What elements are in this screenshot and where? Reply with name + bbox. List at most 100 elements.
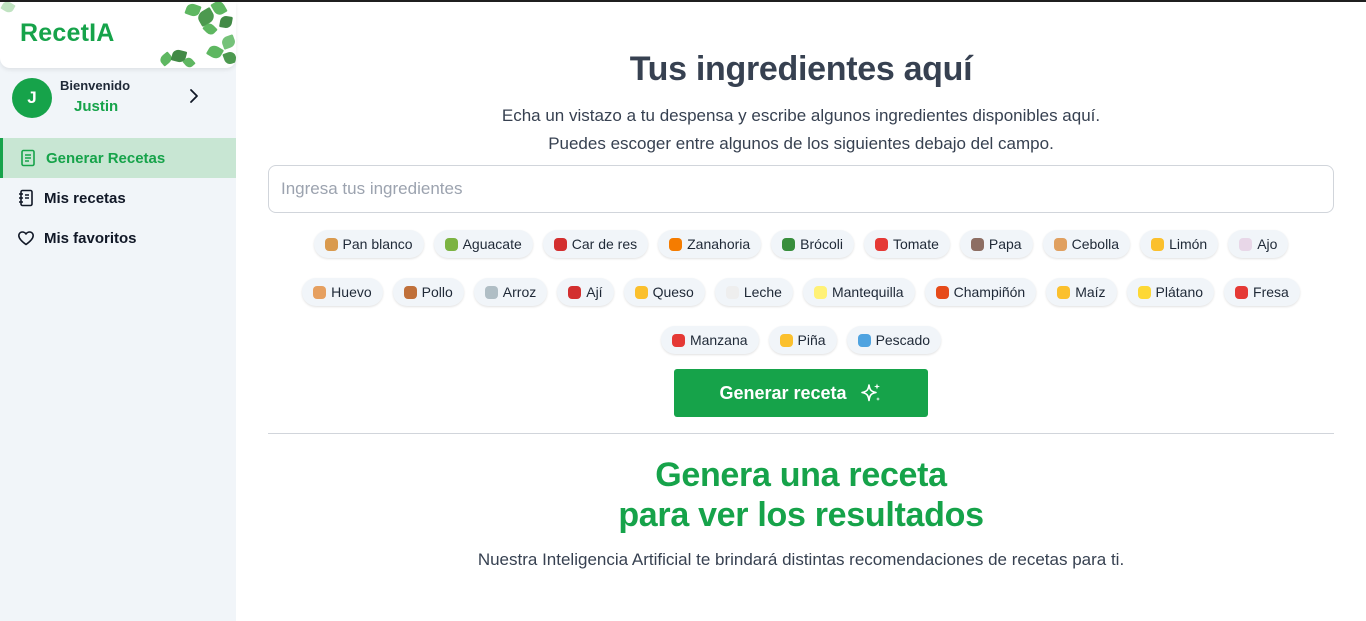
ingredient-chip[interactable]: Car de res [542, 230, 649, 258]
ingredient-chip[interactable]: Limón [1140, 230, 1219, 258]
ingredient-chip[interactable]: Papa [959, 230, 1033, 258]
ingredient-chip-label: Champiñón [953, 284, 1026, 300]
notebook-icon [19, 189, 33, 207]
bread-icon [324, 237, 338, 251]
ingredient-chip-label: Cebolla [1071, 236, 1120, 252]
sidebar-item-generar-recetas[interactable]: Generar Recetas [0, 138, 236, 178]
ingredient-chip-label: Piña [797, 332, 826, 348]
butter-icon [813, 285, 827, 299]
main-content: Tus ingredientes aquí Echa un vistazo a … [236, 2, 1366, 621]
apple-icon [671, 333, 685, 347]
strawberry-icon [1235, 285, 1249, 299]
sidebar: RecetIA J Bienvenido Justin Generar Rece… [0, 2, 236, 621]
ingredient-chip-label: Arroz [502, 284, 537, 300]
sidebar-nav: Generar Recetas Mis recetas Mis favorito… [0, 138, 236, 258]
ingredient-chip-label: Brócoli [800, 236, 843, 252]
ingredients-input[interactable] [268, 165, 1334, 213]
ingredient-chip[interactable]: Maíz [1046, 278, 1117, 306]
broccoli-icon [782, 237, 796, 251]
result-title-line-1: Genera una receta [655, 456, 947, 494]
result-subtitle: Nuestra Inteligencia Artificial te brind… [477, 550, 1125, 569]
chicken-leg-icon [403, 285, 417, 299]
egg-icon [313, 285, 327, 299]
ingredient-chip-label: Pan blanco [342, 236, 413, 252]
chili-icon [568, 285, 582, 299]
ingredient-chip-label: Maíz [1075, 284, 1106, 300]
sidebar-item-mis-favoritos[interactable]: Mis favoritos [0, 218, 236, 258]
sidebar-item-label: Generar Recetas [46, 149, 166, 167]
ingredient-chip[interactable]: Cebolla [1042, 230, 1131, 258]
ingredient-chip[interactable]: Fresa [1224, 278, 1300, 306]
ingredient-chip-label: Fresa [1253, 284, 1289, 300]
generate-recipe-label: Generar receta [719, 382, 847, 403]
generate-recipe-button[interactable]: Generar receta [674, 369, 928, 417]
sparkles-icon [860, 383, 880, 402]
ingredient-chip[interactable]: Manzana [660, 326, 759, 354]
ingredient-chip-label: Leche [743, 284, 782, 300]
ingredient-chip-label: Tomate [892, 236, 939, 252]
sidebar-item-label: Mis recetas [44, 189, 126, 207]
ingredient-chip[interactable]: Zanahoria [658, 230, 762, 258]
ingredient-chip-label: Ajo [1257, 236, 1278, 252]
banana-icon [1137, 285, 1151, 299]
logo-card[interactable]: RecetIA [0, 2, 236, 68]
ingredient-chip[interactable]: Tomate [863, 230, 950, 258]
ingredient-chip-label: Limón [1169, 236, 1208, 252]
ingredient-chip[interactable]: Arroz [473, 278, 548, 306]
meat-icon [553, 237, 567, 251]
ingredient-chip[interactable]: Queso [623, 278, 705, 306]
ingredient-chip[interactable]: Brócoli [771, 230, 854, 258]
carrot-icon [669, 237, 683, 251]
milk-icon [725, 285, 739, 299]
ingredient-chip[interactable]: Mantequilla [802, 278, 915, 306]
ingredient-chip[interactable]: Pescado [846, 326, 942, 354]
result-title-line-2: para ver los resultados [618, 496, 984, 534]
corn-icon [1057, 285, 1071, 299]
ingredient-chip-label: Pollo [421, 284, 453, 300]
ingredient-chip[interactable]: Leche [714, 278, 793, 306]
mushroom-icon [935, 285, 949, 299]
ingredient-chip[interactable]: Plátano [1126, 278, 1215, 306]
ingredient-chip-label: Queso [652, 284, 694, 300]
user-name: Justin [74, 98, 119, 115]
ingredient-chip-label: Papa [988, 236, 1022, 252]
ingredient-chip[interactable]: Champiñón [924, 278, 1037, 306]
user-profile[interactable]: J Bienvenido Justin [0, 76, 236, 122]
onion-icon [1053, 237, 1067, 251]
pineapple-icon [779, 333, 793, 347]
ingredient-chip-label: Manzana [689, 332, 748, 348]
ingredient-chip-label: Car de res [571, 236, 638, 252]
ingredient-chip[interactable]: Ajo [1228, 230, 1289, 258]
ingredient-chip[interactable]: Pan blanco [313, 230, 424, 258]
ingredient-chip-label: Ají [586, 284, 603, 300]
chevron-right-icon[interactable] [186, 88, 202, 104]
ingredient-chip-label: Plátano [1155, 284, 1204, 300]
ingredient-chip[interactable]: Huevo [302, 278, 383, 306]
divider [268, 433, 1334, 434]
app-logo[interactable]: RecetIA [20, 19, 115, 48]
potato-icon [970, 237, 984, 251]
page-subtitle-1: Echa un vistazo a tu despensa y escribe … [501, 106, 1101, 125]
garlic-icon [1239, 237, 1253, 251]
ingredient-chips-row-1: Pan blanco Aguacate Car de res Zanahoria Bró… [236, 230, 1366, 258]
ingredient-chip[interactable]: Aguacate [433, 230, 533, 258]
ingredient-chip-label: Huevo [331, 284, 372, 300]
lemon-icon [1151, 237, 1165, 251]
cheese-icon [634, 285, 648, 299]
fish-icon [857, 333, 871, 347]
welcome-label: Bienvenido [60, 78, 131, 93]
rice-icon [484, 285, 498, 299]
ingredient-chip-label: Mantequilla [831, 284, 904, 300]
document-icon [21, 149, 35, 167]
page-title: Tus ingredientes aquí [629, 50, 973, 88]
sidebar-item-mis-recetas[interactable]: Mis recetas [0, 178, 236, 218]
avatar: J [12, 78, 52, 118]
ingredient-chips-row-3: Manzana Piña Pescado [236, 326, 1366, 354]
tomato-icon [874, 237, 888, 251]
ingredient-chip-label: Pescado [875, 332, 931, 348]
ingredient-chip[interactable]: Ají [557, 278, 614, 306]
ingredient-chip[interactable]: Piña [768, 326, 837, 354]
ingredient-chips-row-2: Huevo Pollo Arroz Ají Queso Leche Mantequilla C… [236, 278, 1366, 306]
ingredient-chip[interactable]: Pollo [392, 278, 464, 306]
sidebar-item-label: Mis favoritos [44, 229, 137, 247]
